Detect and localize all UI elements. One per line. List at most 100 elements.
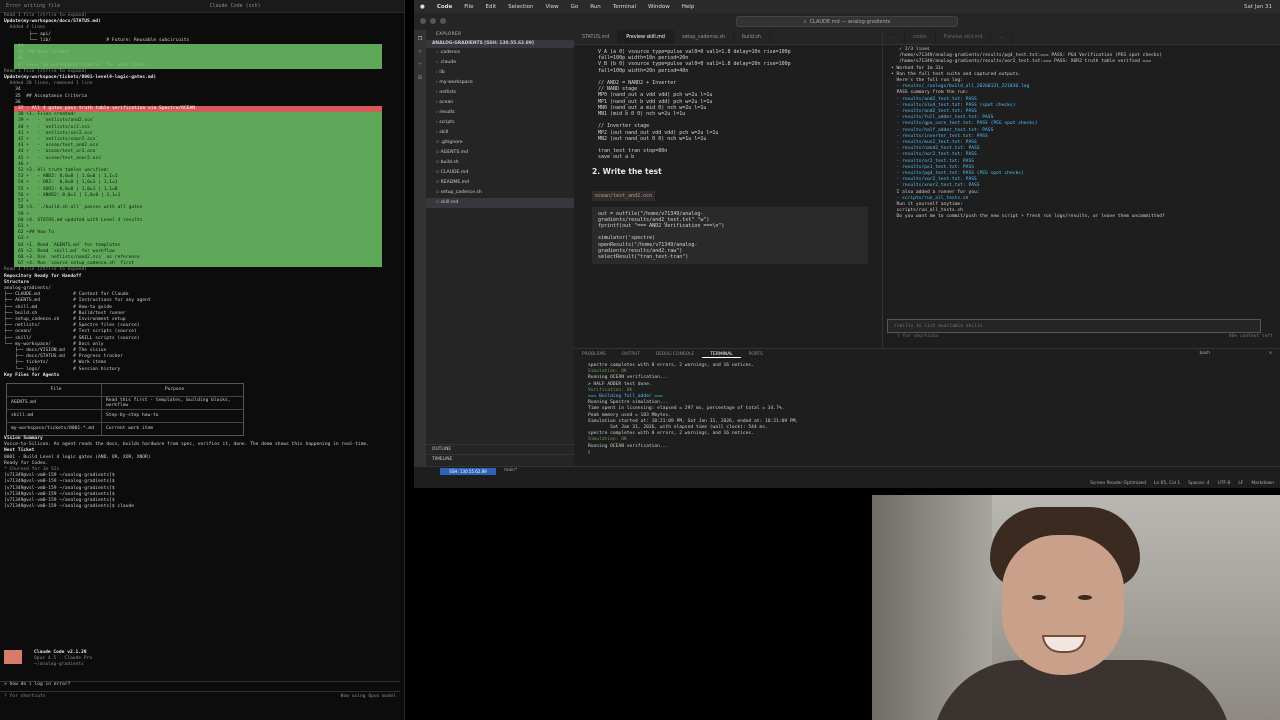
panel-close-icon[interactable]: ✕ xyxy=(1269,350,1272,356)
menu-file[interactable]: File xyxy=(458,4,479,10)
status-item[interactable]: Spaces: 4 xyxy=(1188,481,1209,486)
extensions-icon[interactable]: ⊞ xyxy=(414,74,426,81)
explorer-item[interactable]: › scripts xyxy=(426,118,574,128)
table-header-row: File Purpose xyxy=(7,383,243,397)
explorer-item[interactable]: › results xyxy=(426,108,574,118)
timeline-section[interactable]: TIMELINE xyxy=(426,454,574,464)
activity-bar[interactable]: ❐ ⌕ ⑂ ⊞ xyxy=(414,30,426,466)
terminal-tab-2[interactable]: Claude Code (ssh) xyxy=(204,3,267,9)
prompt-text: > how do i log in error? xyxy=(4,682,71,687)
explorer-item[interactable]: ▫ setup_cadence.sh xyxy=(426,188,574,198)
explorer-item[interactable]: › .cadence xyxy=(426,48,574,58)
chat-tab[interactable]: ... xyxy=(883,30,905,44)
menu-run[interactable]: Run xyxy=(584,4,607,10)
terminal-shell-label[interactable]: bash xyxy=(1199,351,1210,356)
explorer-item-label: ocean xyxy=(439,100,454,105)
menu-terminal[interactable]: Terminal xyxy=(607,4,642,10)
apple-icon[interactable]: ● xyxy=(414,4,431,10)
table-cell-purpose: Step-by-step how-to xyxy=(106,413,159,419)
terminal-line: ▯ xyxy=(588,449,591,455)
table-cell-file: AGENTS.md xyxy=(7,396,102,409)
panel-tab-bar: PROBLEMS OUTPUT DEBUG CONSOLE TERMINAL PORTS xyxy=(574,349,1280,360)
editor-tab-bar: STATUS.md Preview skill.md setup_cadence.s… xyxy=(574,30,882,45)
status-item[interactable]: UTF-8 xyxy=(1218,481,1231,486)
terminal-line: Key Files for Agents xyxy=(4,372,60,378)
menu-window[interactable]: Window xyxy=(642,4,676,10)
table-cell-file: my-workspace/tickets/0001-*.md xyxy=(7,422,102,435)
terminal-tab-bar: Error writing file Claude Code (ssh) xyxy=(0,0,404,13)
terminal-tab-1[interactable]: Error writing file xyxy=(0,3,66,9)
explorer-item[interactable]: ▫ skill.md xyxy=(426,198,574,208)
mac-menubar: ● Code File Edit Selection View Go Run Terminal… xyxy=(414,0,1280,13)
claude-prompt-input[interactable]: > how do i log in error? xyxy=(0,681,400,692)
explorer-item[interactable]: › my-workspace xyxy=(426,78,574,88)
left-terminal[interactable]: Error writing file Claude Code (ssh) Rea… xyxy=(0,0,405,720)
chat-tab[interactable]: codes xyxy=(905,30,936,44)
explorer-item[interactable]: ▫ build.sh xyxy=(426,158,574,168)
model-status: Now using Opus model xyxy=(340,694,396,699)
menu-go[interactable]: Go xyxy=(565,4,585,10)
key-files-table: File Purpose AGENTS.md Read this first - … xyxy=(6,382,244,436)
close-window-icon xyxy=(420,18,426,24)
status-item[interactable]: LF xyxy=(1238,481,1243,486)
chat-shortcuts-hint: ? for shortcuts xyxy=(897,334,939,339)
bottom-panel[interactable]: PROBLEMS OUTPUT DEBUG CONSOLE TERMINAL PORTS… xyxy=(574,348,1280,467)
code-snippet-netlist: V_A (a 0) vsource type=pulse val0=0 val1… xyxy=(598,49,791,161)
person-eye-right xyxy=(1078,595,1092,600)
explorer-item-label: AGENTS.md xyxy=(440,150,469,155)
menu-edit[interactable]: Edit xyxy=(480,4,503,10)
source-control-icon[interactable]: ⑂ xyxy=(414,61,426,68)
person-face xyxy=(1002,535,1124,675)
vscode-window[interactable]: ● Code File Edit Selection View Go Run Terminal… xyxy=(414,0,1280,488)
chat-tab[interactable]: ... xyxy=(991,30,1013,44)
explorer-item[interactable]: › lib xyxy=(426,68,574,78)
explorer-item[interactable]: › ocean xyxy=(426,98,574,108)
menubar-clock[interactable]: Sat Jan 31 xyxy=(1244,4,1280,10)
markdown-preview-editor[interactable]: STATUS.md Preview skill.md setup_cadence.s… xyxy=(574,30,882,348)
table-row: skill.md Step-by-step how-to xyxy=(7,409,243,423)
status-item[interactable]: Markdown xyxy=(1251,481,1274,486)
panel-tab-problems[interactable]: PROBLEMS xyxy=(574,352,614,357)
codex-chat-panel[interactable]: ... codes Preview skill.md... ✓ 2/3 lines … xyxy=(882,30,1280,348)
menu-view[interactable]: View xyxy=(540,4,565,10)
panel-tab-terminal[interactable]: TERMINAL xyxy=(702,352,741,358)
editor-tab[interactable]: STATUS.md xyxy=(574,30,619,44)
explorer-item[interactable]: ▫ .gitignore xyxy=(426,138,574,148)
editor-tab[interactable]: Preview skill.md xyxy=(618,30,674,44)
remote-indicator[interactable]: SSH: 130.55.62.89 xyxy=(440,468,496,475)
panel-tab-ports[interactable]: PORTS xyxy=(741,352,771,357)
panel-tab-debug-console[interactable]: DEBUG CONSOLE xyxy=(648,352,702,357)
explorer-sidebar: EXPLORER ANALOG-GRADIENTS [SSH: 130.55.6… xyxy=(426,30,574,466)
chat-tab[interactable]: Preview skill.md xyxy=(936,30,992,44)
editor-tab[interactable]: build.sh xyxy=(734,30,770,44)
menu-selection[interactable]: Selection xyxy=(502,4,539,10)
outline-section[interactable]: OUTLINE xyxy=(426,444,574,454)
explorer-item[interactable]: › skill xyxy=(426,128,574,138)
project-root[interactable]: ANALOG-GRADIENTS [SSH: 130.55.62.89] xyxy=(426,40,574,48)
explorer-item-label: results xyxy=(439,110,455,115)
window-controls[interactable] xyxy=(420,18,446,24)
shortcuts-hint: ? for shortcuts xyxy=(4,694,46,699)
explorer-item-label: README.md xyxy=(440,180,470,185)
terminal-line: [v71349@vsl-vm0-159 ~/analog-gradients]$… xyxy=(4,504,134,510)
explorer-item[interactable]: › .claude xyxy=(426,58,574,68)
git-branch[interactable]: main* xyxy=(504,468,517,473)
search-icon[interactable]: ⌕ xyxy=(414,48,426,55)
integrated-terminal[interactable]: spectre completes with 0 errors, 2 warni… xyxy=(574,360,1280,456)
status-item[interactable]: Screen Reader Optimized xyxy=(1090,481,1146,486)
menu-help[interactable]: Help xyxy=(676,4,701,10)
panel-tab-output[interactable]: OUTPUT xyxy=(614,352,648,357)
status-item[interactable]: Ln 65, Col 1 xyxy=(1154,481,1180,486)
editor-tab[interactable]: setup_cadence.sh xyxy=(674,30,735,44)
explorer-item[interactable]: ▫ AGENTS.md xyxy=(426,148,574,158)
explorer-icon[interactable]: ❐ xyxy=(414,34,426,42)
terminal-output-top: Read 1 file (ctrl+o to expand) Update(my-… xyxy=(0,13,404,44)
explorer-item-label: .claude xyxy=(439,60,457,65)
explorer-item[interactable]: ▫ README.md xyxy=(426,178,574,188)
chat-input[interactable]: /skills to list available skills xyxy=(887,319,1261,333)
menu-code[interactable]: Code xyxy=(431,4,458,10)
command-center-search[interactable]: ⌕ CLAUDE.md — analog-gradients xyxy=(736,16,958,27)
explorer-item[interactable]: ▫ CLAUDE.md xyxy=(426,168,574,178)
explorer-item[interactable]: › netlists xyxy=(426,88,574,98)
inline-code-file: ocean/test_and2.ocn xyxy=(592,190,656,201)
